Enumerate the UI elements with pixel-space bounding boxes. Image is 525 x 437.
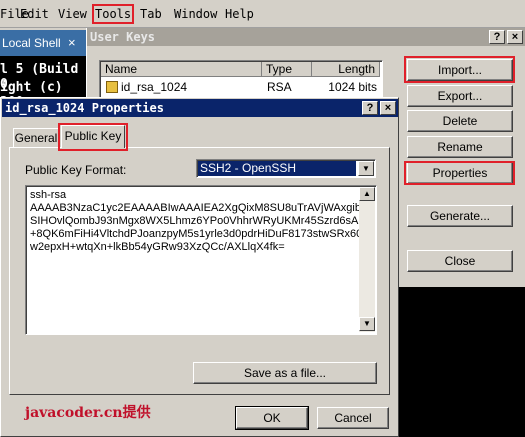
close-icon[interactable]: × [507, 30, 523, 44]
properties-dialog: id_rsa_1024 Properties ? × General Publi… [0, 97, 399, 437]
tab-label: Local Shell [2, 36, 61, 50]
column-header-name[interactable]: Name [101, 62, 262, 77]
key-line: w2epxH+wtqXn+lkBb54yGRw93XzQCc/AXLlqX4fk… [30, 241, 285, 253]
properties-titlebar: id_rsa_1024 Properties [2, 99, 398, 117]
column-header-length[interactable]: Length [312, 62, 380, 77]
menu-tab[interactable]: Tab [140, 7, 162, 21]
key-icon [106, 81, 118, 93]
help-icon[interactable]: ? [489, 30, 505, 44]
public-key-tab-highlight [58, 123, 128, 151]
tab-general[interactable]: General [13, 128, 59, 147]
row-type: RSA [267, 80, 292, 94]
close-button[interactable]: Close [407, 250, 513, 272]
public-key-panel: Public Key Format: SSH2 - OpenSSH ▼ ssh-… [9, 147, 390, 395]
scroll-down-icon[interactable]: ▼ [359, 317, 375, 331]
key-line: ssh-rsa [30, 189, 67, 201]
menu-window[interactable]: Window [174, 7, 217, 21]
ok-button[interactable]: OK [235, 406, 309, 430]
row-length: 1024 bits [328, 80, 377, 94]
menu-tools[interactable]: Tools [92, 4, 135, 24]
public-key-textarea[interactable]: ssh-rsa AAAAB3NzaC1yc2EAAAABIwAAAIEA2XgQ… [25, 185, 377, 335]
table-row[interactable]: id_rsa_1024 RSA 1024 bits [101, 79, 381, 95]
key-line: AAAAB3NzaC1yc2EAAAABIwAAAIEA2XgQixM8SU8u… [30, 202, 368, 214]
format-selected-value: SSH2 - OpenSSH [198, 161, 356, 176]
chevron-down-icon[interactable]: ▼ [358, 161, 374, 176]
export-button[interactable]: Export... [407, 85, 513, 107]
key-line: SIHOvlQombJ93nMgx8WX5Lhmz6YPo0VhhrWRyUKM… [30, 215, 359, 227]
menu-help[interactable]: Help [225, 7, 254, 21]
menu-bar: File Edit View Tools Tab Window Help [0, 0, 525, 28]
row-name: id_rsa_1024 [121, 80, 188, 94]
terminal-background [399, 287, 525, 437]
format-select[interactable]: SSH2 - OpenSSH ▼ [196, 159, 376, 178]
terminal[interactable]: l 5 (Build 0 ight (c) 200 [0, 56, 86, 110]
key-list[interactable]: Name Type Length id_rsa_1024 RSA 1024 bi… [99, 60, 383, 100]
scroll-up-icon[interactable]: ▲ [359, 187, 375, 201]
properties-title: id_rsa_1024 Properties [5, 101, 164, 115]
save-as-file-button[interactable]: Save as a file... [193, 362, 377, 384]
cancel-button[interactable]: Cancel [317, 407, 389, 429]
tab-local-shell[interactable]: Local Shell × [0, 30, 86, 56]
menu-edit[interactable]: Edit [20, 7, 49, 21]
footer-credit: javacoder.cn提供 [25, 405, 151, 421]
vertical-scrollbar[interactable]: ▲ ▼ [359, 187, 375, 332]
key-text: ssh-rsa AAAAB3NzaC1yc2EAAAABIwAAAIEA2XgQ… [30, 189, 369, 254]
properties-highlight [404, 161, 515, 185]
tab-close-icon[interactable]: × [68, 30, 76, 56]
user-keys-titlebar: User Keys [87, 28, 525, 46]
key-line: +8QK6mFiHi4VltchdPJoanzpyM5s1yrle3d0pdrH… [30, 228, 370, 240]
user-keys-title: User Keys [90, 30, 156, 44]
props-close-icon[interactable]: × [380, 101, 396, 115]
format-label: Public Key Format: [25, 163, 127, 177]
rename-button[interactable]: Rename [407, 136, 513, 158]
import-highlight [404, 56, 515, 83]
props-help-icon[interactable]: ? [362, 101, 378, 115]
generate-button[interactable]: Generate... [407, 205, 513, 227]
menu-view[interactable]: View [58, 7, 87, 21]
delete-button[interactable]: Delete [407, 110, 513, 132]
column-header-type[interactable]: Type [262, 62, 312, 77]
